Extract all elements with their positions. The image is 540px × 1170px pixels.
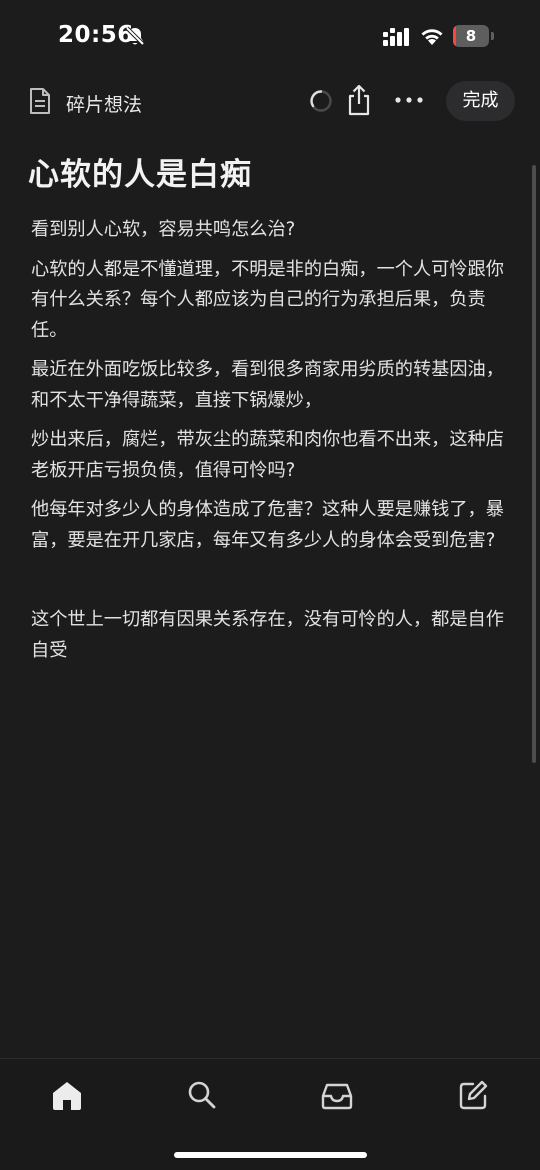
notes-screen: 20:56 8 碎片想法 完成 心软的人是白痴 看到别人心软，容易共鸣怎么治? … [0,0,540,1170]
note-paragraph[interactable]: 心软的人都是不懂道理，不明是非的白痴，一个人可怜跟你有什么关系？每个人都应该为自… [31,255,511,347]
battery-indicator: 8 [453,25,495,47]
battery-icon: 8 [453,25,489,47]
signal-icon [383,28,409,46]
search-icon [188,1081,216,1109]
tab-home[interactable] [49,1077,85,1113]
home-indicator[interactable] [174,1152,367,1158]
document-icon[interactable] [28,87,52,115]
compose-icon [459,1080,488,1110]
note-paragraph[interactable]: 这个世上一切都有因果关系存在，没有可怜的人，都是自作自受 [31,605,511,666]
note-title[interactable]: 心软的人是白痴 [28,149,252,194]
inbox-icon [321,1083,353,1110]
note-paragraph[interactable]: 炒出来后，腐烂，带灰尘的蔬菜和肉你也看不出来，这种店老板开店亏损负债，值得可怜吗… [31,425,511,486]
home-icon [53,1082,81,1110]
scrollbar[interactable] [532,165,536,763]
done-button[interactable]: 完成 [446,81,515,121]
status-time: 20:56 [58,22,134,48]
status-bar: 20:56 8 [0,0,540,70]
tab-inbox[interactable] [319,1077,355,1113]
note-toolbar: 碎片想法 完成 [0,78,540,126]
note-paragraph[interactable]: 最近在外面吃饭比较多，看到很多商家用劣质的转基因油，和不太干净得蔬菜，直接下锅爆… [31,355,511,416]
share-icon[interactable] [345,84,373,116]
note-paragraph[interactable]: 他每年对多少人的身体造成了危害？这种人要是赚钱了，暴富，要是在开几家店，每年又有… [31,495,511,556]
battery-level: 8 [465,27,477,45]
note-paragraph[interactable]: 看到别人心软，容易共鸣怎么治? [31,215,511,246]
tab-compose[interactable] [455,1077,491,1113]
more-icon[interactable] [394,95,424,105]
folder-name[interactable]: 碎片想法 [66,90,142,117]
wifi-icon [421,29,443,45]
battery-cap [491,32,494,40]
tab-search[interactable] [184,1077,220,1113]
bell-slash-icon [125,26,145,46]
loading-spinner-icon [310,90,332,112]
note-body[interactable]: 看到别人心软，容易共鸣怎么治? 心软的人都是不懂道理，不明是非的白痴，一个人可怜… [31,215,511,675]
